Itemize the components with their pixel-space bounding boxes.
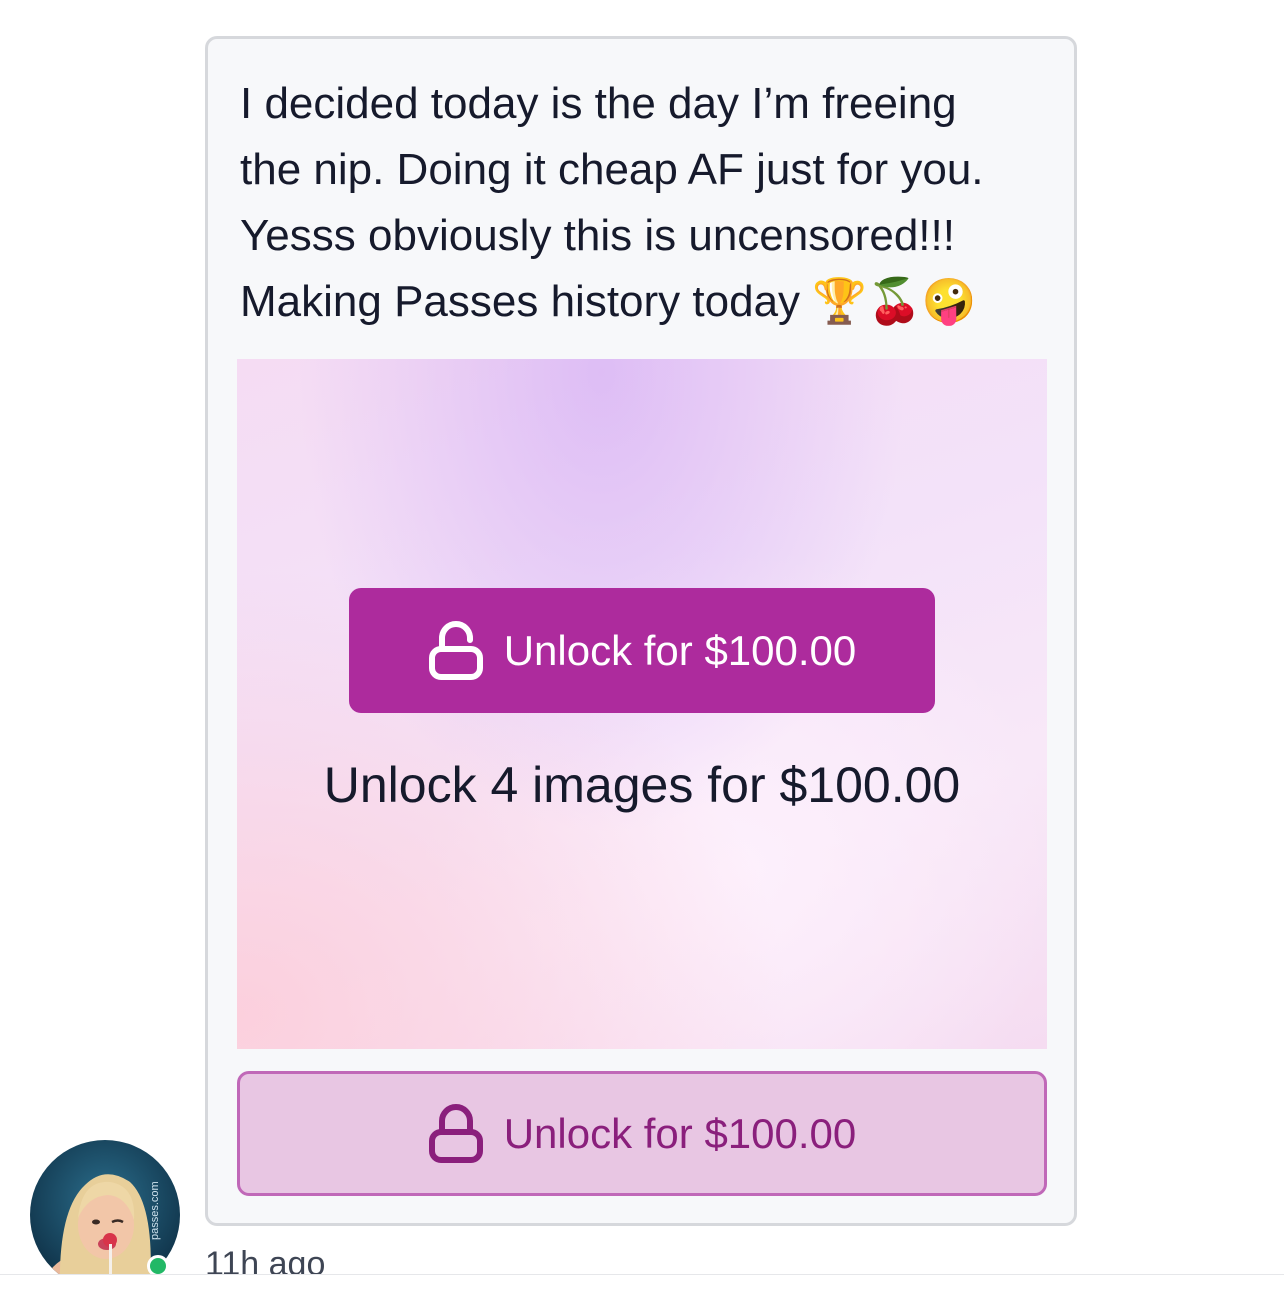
composer-divider [0, 1274, 1284, 1289]
unlock-overlay-button[interactable]: Unlock for $100.00 [349, 588, 935, 713]
locked-media-preview[interactable]: Unlock for $100.00 Unlock 4 images for $… [237, 359, 1047, 1049]
lock-icon [428, 1103, 484, 1164]
unlock-icon [428, 620, 484, 681]
avatar-watermark: passes.com [149, 1181, 161, 1240]
unlock-footer-button[interactable]: Unlock for $100.00 [237, 1071, 1047, 1196]
unlock-footer-label: Unlock for $100.00 [503, 1109, 857, 1157]
unlock-description: Unlock 4 images for $100.00 [323, 757, 961, 813]
unlock-overlay-label: Unlock for $100.00 [503, 626, 857, 674]
message-bubble: I decided today is the day I’m freeing t… [205, 36, 1077, 1226]
chat-viewport: I decided today is the day I’m freeing t… [0, 0, 1284, 1289]
post-caption: I decided today is the day I’m freeing t… [240, 79, 984, 326]
